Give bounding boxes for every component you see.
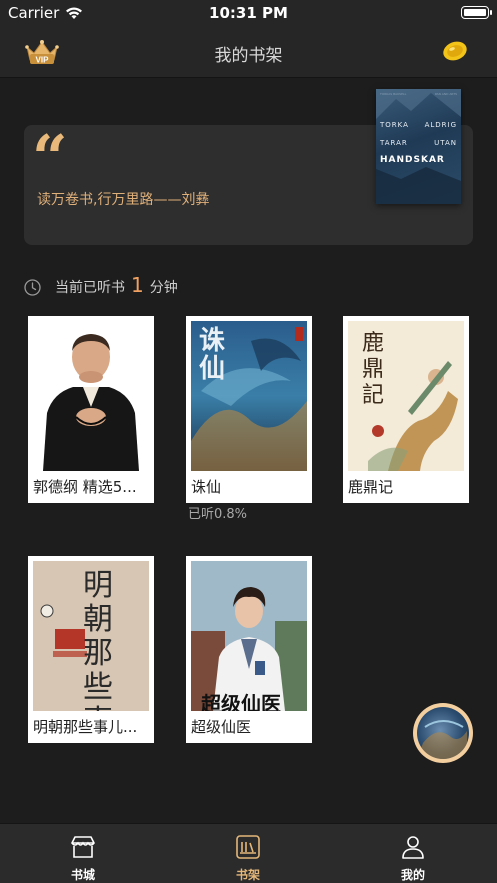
book-title: 郭德纲 精选5...	[33, 478, 137, 496]
battery-icon	[461, 6, 492, 19]
book-cover	[33, 321, 149, 471]
listening-time: 当前已听书 1 分钟	[24, 273, 178, 299]
tab-bookshelf[interactable]: 书架	[198, 824, 298, 883]
book-cover-art	[191, 561, 307, 711]
now-playing-cover	[417, 707, 469, 759]
featured-cover-line1: TORKA ALDRIG	[380, 121, 457, 129]
book-title: 明朝那些事儿...	[33, 718, 138, 736]
profile-icon	[402, 836, 424, 859]
book-card[interactable]: 鹿鼎記 鹿鼎记	[343, 316, 469, 503]
store-icon	[71, 836, 95, 858]
featured-cover-word: TARAR	[380, 139, 408, 147]
tab-label: 书城	[70, 868, 95, 882]
book-cover-text: 明朝那些事儿	[83, 568, 113, 712]
quote-text: 读万卷书,行万里路——刘彝	[37, 192, 210, 208]
listening-prefix: 当前已听书	[55, 280, 125, 296]
tab-label: 我的	[400, 868, 425, 882]
book-title: 超级仙医	[191, 718, 252, 736]
quote-mark-icon: “	[32, 121, 68, 194]
clock-icon	[24, 278, 41, 296]
book-progress: 已听0.8%	[188, 507, 248, 522]
status-bar: Carrier 10:31 PM	[0, 0, 497, 26]
navigation-bar: VIP 我的书架	[0, 26, 497, 78]
book-card[interactable]: 明朝那些事儿 明朝那些事儿...	[28, 556, 154, 743]
tab-bookstore[interactable]: 书城	[33, 824, 133, 883]
tab-label: 书架	[235, 868, 260, 882]
now-playing-art	[417, 720, 467, 759]
book-cover-art	[33, 321, 149, 471]
book-card[interactable]: 诛仙 诛仙	[186, 316, 312, 503]
book-cover: 诛仙	[191, 321, 307, 471]
bookshelf-icon	[236, 835, 260, 859]
now-playing-button[interactable]	[413, 703, 473, 763]
book-cover-text: 超级仙医	[201, 692, 281, 711]
book-cover-text: 诛仙	[199, 326, 226, 384]
listening-suffix: 分钟	[149, 280, 178, 296]
book-cover-text: 鹿鼎記	[362, 331, 385, 408]
featured-cover-word: ALDRIG	[424, 121, 457, 129]
book-card[interactable]: 郭德纲 精选5...	[28, 316, 154, 503]
tab-profile[interactable]: 我的	[363, 824, 463, 883]
book-cover: 明朝那些事儿	[33, 561, 149, 711]
page-title: 我的书架	[214, 46, 283, 66]
book-title: 鹿鼎记	[348, 478, 394, 496]
book-cover: 鹿鼎記	[348, 321, 464, 471]
book-title: 诛仙	[191, 478, 222, 496]
listening-minutes: 1	[131, 273, 144, 297]
featured-cover-line2: TARAR UTAN	[380, 139, 457, 147]
featured-cover-word: TORKA	[380, 121, 409, 129]
featured-book-cover[interactable]: TORKAS BAKSELL PAN AND ARTS TORKA ALDRIG…	[376, 89, 461, 204]
status-time: 10:31 PM	[209, 4, 288, 22]
tab-bar: 书城 书架 我的	[0, 823, 497, 883]
book-cover: 超级仙医	[191, 561, 307, 711]
featured-cover-word: UTAN	[434, 139, 457, 147]
book-card[interactable]: 超级仙医 超级仙医	[186, 556, 312, 743]
featured-cover-title: HANDSKAR	[380, 155, 445, 165]
coin-icon[interactable]	[441, 39, 469, 63]
